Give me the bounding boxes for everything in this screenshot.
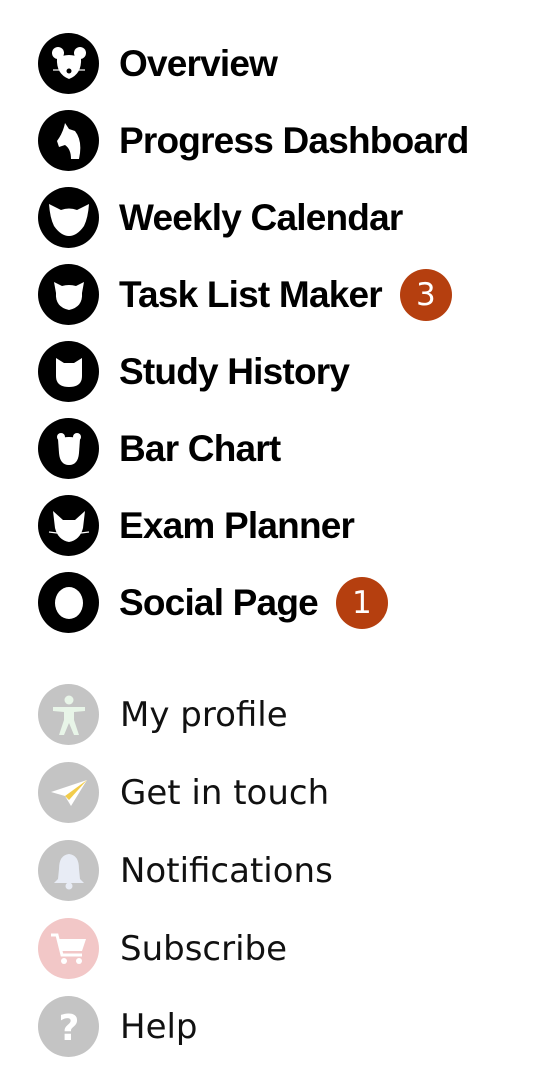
secondary-label: My profile xyxy=(120,694,288,735)
shopping-cart-icon xyxy=(38,918,99,979)
bear-icon xyxy=(38,33,99,94)
fox-icon xyxy=(38,495,99,556)
task-count-badge: 3 xyxy=(399,268,452,321)
secondary-label: Notifications xyxy=(120,850,333,891)
nav-label: Weekly Calendar xyxy=(119,197,403,238)
notifications-link[interactable]: Notifications xyxy=(38,840,333,901)
question-mark-icon: ? xyxy=(38,996,99,1057)
social-count-badge: 1 xyxy=(335,576,388,629)
secondary-label: Get in touch xyxy=(120,772,330,813)
get-in-touch-link[interactable]: Get in touch xyxy=(38,762,333,823)
horse-icon xyxy=(38,110,99,171)
help-link[interactable]: ? Help xyxy=(38,996,333,1057)
pig-icon xyxy=(38,264,99,325)
subscribe-link[interactable]: Subscribe xyxy=(38,918,333,979)
ring-icon xyxy=(38,572,99,633)
main-nav: Overview Progress Dashboard Weekly Calen… xyxy=(38,33,538,649)
svg-text:?: ? xyxy=(58,1008,79,1047)
nav-label: Bar Chart xyxy=(119,428,281,469)
accessibility-person-icon xyxy=(38,684,99,745)
bell-icon xyxy=(38,840,99,901)
nav-item-bar-chart[interactable]: Bar Chart xyxy=(38,418,538,479)
nav-item-study-history[interactable]: Study History xyxy=(38,341,538,402)
cat-icon xyxy=(38,341,99,402)
nav-label: Study History xyxy=(119,351,350,392)
nav-item-social-page[interactable]: Social Page 1 xyxy=(38,572,538,633)
nav-item-exam-planner[interactable]: Exam Planner xyxy=(38,495,538,556)
secondary-nav: My profile Get in touch Notifications Su… xyxy=(38,684,333,1074)
nav-item-overview[interactable]: Overview xyxy=(38,33,538,94)
nav-label: Social Page xyxy=(119,582,319,623)
nav-item-weekly-calendar[interactable]: Weekly Calendar xyxy=(38,187,538,248)
bear-head-icon xyxy=(38,418,99,479)
my-profile-link[interactable]: My profile xyxy=(38,684,333,745)
owl-icon xyxy=(38,187,99,248)
secondary-label: Help xyxy=(120,1006,198,1047)
nav-label: Exam Planner xyxy=(119,505,355,546)
nav-label: Task List Maker xyxy=(119,274,383,315)
secondary-label: Subscribe xyxy=(120,928,288,969)
nav-label: Progress Dashboard xyxy=(119,120,469,161)
nav-item-task-list-maker[interactable]: Task List Maker 3 xyxy=(38,264,538,325)
nav-label: Overview xyxy=(119,43,278,84)
nav-item-progress-dashboard[interactable]: Progress Dashboard xyxy=(38,110,538,171)
paper-plane-icon xyxy=(38,762,99,823)
